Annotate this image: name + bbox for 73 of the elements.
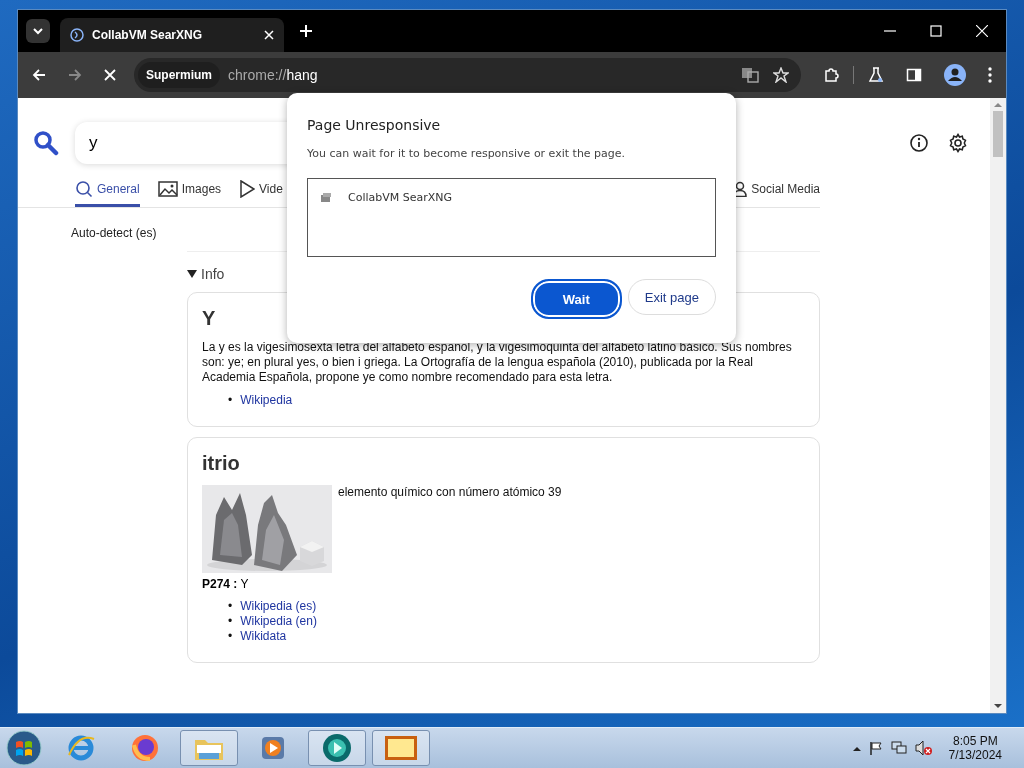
category-tab[interactable]: Images [157,180,222,207]
infobox-title: Y [202,307,217,330]
translate-icon[interactable] [741,67,759,83]
search-icon[interactable] [33,130,59,156]
category-tab[interactable]: Vide [239,180,283,207]
start-button-icon[interactable] [6,730,42,766]
browser-e-icon [66,733,96,763]
person-icon [733,181,748,197]
flask-icon[interactable] [868,67,884,83]
chevron-down-icon [32,27,44,35]
media-player-icon [260,735,286,761]
flag-icon[interactable] [868,741,883,755]
scrollbar-thumb[interactable] [993,111,1003,157]
taskbar-app-button[interactable] [308,730,366,766]
show-hidden-icons-icon[interactable] [852,745,861,751]
new-tab-icon[interactable] [300,25,312,37]
muted-speaker-icon[interactable] [914,740,933,756]
dialog-message: You can wait for it to become responsive or exit the page. [307,147,627,160]
bullet: • [228,629,233,644]
extensions-icon[interactable] [823,67,839,83]
taskbar-app-button[interactable] [180,730,238,766]
url-text: chrome://hang [228,67,319,83]
close-tab-icon[interactable] [264,30,274,40]
tab-search-button[interactable] [26,19,50,43]
link[interactable]: Wikipedia (es) [240,599,317,614]
tab-title: CollabVM SearXNG [92,28,204,42]
category-tab[interactable]: Social Media [733,180,820,207]
stop-icon[interactable] [104,69,116,81]
play-circle-icon [322,733,352,763]
link[interactable]: Wikipedia [240,393,293,408]
infobox-description: elemento químico con número atómico 39 [338,485,562,500]
page-favicon-icon [320,191,332,204]
forward-arrow-icon[interactable] [68,68,82,82]
clock-time[interactable]: 8:05 PM [952,734,998,748]
profile-icon[interactable] [944,64,966,86]
browser-chip[interactable]: Supermium [138,62,220,88]
clock-date[interactable]: 7/13/2024 [948,748,1002,762]
taskbar-app-button[interactable] [372,730,430,766]
browser-tab[interactable]: CollabVM SearXNG [60,18,284,52]
close-icon[interactable] [976,25,988,37]
search-icon [75,180,93,198]
side-panel-icon[interactable] [906,67,922,83]
link[interactable]: Wikidata [240,629,287,644]
dialog-title: Page Unresponsive [307,117,442,133]
page-title: CollabVM SearXNG [348,191,453,204]
fox-globe-icon [130,733,160,763]
star-icon[interactable] [773,67,789,83]
infobox-title: itrio [202,452,241,475]
bullet: • [228,599,233,614]
link[interactable]: Wikipedia (en) [240,614,317,629]
maximize-icon[interactable] [930,25,942,37]
exit-page-button[interactable]: Exit page [627,279,716,315]
wait-button[interactable]: Wait [530,279,622,319]
language-label: Auto-detect (es) [70,225,158,242]
back-arrow-icon[interactable] [32,68,46,82]
category-tab[interactable]: General [75,180,140,207]
favicon-icon [70,28,84,42]
play-icon [239,180,256,198]
caret-icon [187,269,197,279]
info-icon[interactable] [910,134,928,152]
attribute-name: P274 : [202,577,238,591]
photo-viewer-icon [384,735,418,761]
attribute-value: Y [240,577,249,591]
bullet: • [228,614,233,629]
image-icon [157,181,178,197]
scroll-up-arrow-icon[interactable] [994,102,1002,107]
menu-icon[interactable] [988,67,992,83]
settings-icon[interactable] [948,133,968,153]
scrollbar[interactable] [990,98,1006,713]
address-bar[interactable]: Supermium chrome://hang [134,58,801,92]
scroll-down-arrow-icon[interactable] [994,704,1002,709]
network-icon[interactable] [890,741,907,755]
bullet: • [228,393,233,408]
